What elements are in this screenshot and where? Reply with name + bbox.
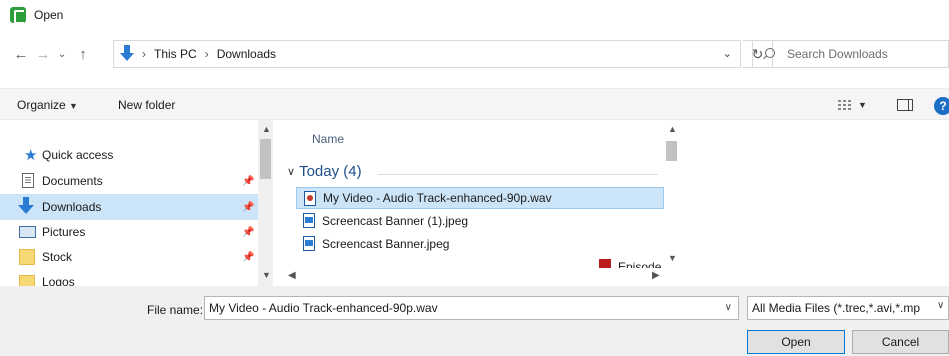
group-header-today[interactable]: ∨ Today (4) xyxy=(287,163,362,180)
file-name-field[interactable]: My Video - Audio Track-enhanced-90p.wav … xyxy=(204,296,739,320)
search-input[interactable]: Search Downloads xyxy=(752,40,949,68)
nav-item-logos[interactable]: Logos xyxy=(0,270,258,286)
nav-item-stock[interactable]: Stock 📌 xyxy=(0,244,258,270)
details-view-icon xyxy=(838,99,852,111)
horizontal-scrollbar[interactable] xyxy=(273,268,664,283)
breadcrumb-separator-icon[interactable]: › xyxy=(142,47,146,61)
documents-icon xyxy=(22,173,34,188)
nav-item-label: Documents xyxy=(42,174,103,188)
scroll-up-icon[interactable]: ▲ xyxy=(262,124,271,134)
file-row[interactable]: My Video - Audio Track-enhanced-90p.wav xyxy=(296,187,664,209)
folder-icon xyxy=(19,275,35,286)
file-name-value: My Video - Audio Track-enhanced-90p.wav xyxy=(209,301,438,315)
file-name-label: File name: xyxy=(147,303,204,317)
address-bar[interactable]: › This PC › Downloads ⌄ xyxy=(113,40,741,68)
help-icon[interactable]: ? xyxy=(934,97,949,115)
pin-icon: 📌 xyxy=(242,175,255,187)
caret-down-icon: ▼ xyxy=(858,100,867,110)
back-arrow-icon[interactable]: ← xyxy=(10,42,32,66)
file-type-dropdown-icon[interactable]: ∨ xyxy=(937,300,944,311)
window-title: Open xyxy=(34,8,64,22)
nav-item-label: Logos xyxy=(42,275,75,286)
up-arrow-icon[interactable]: ↑ xyxy=(72,42,94,66)
file-name-dropdown-icon[interactable]: ∨ xyxy=(725,302,732,313)
nav-item-label: Downloads xyxy=(42,200,102,214)
breadcrumb-this-pc[interactable]: This PC xyxy=(154,47,197,61)
title-bar: Open xyxy=(0,0,949,30)
pin-icon: 📌 xyxy=(242,226,255,238)
organize-label: Organize xyxy=(17,98,66,112)
nav-item-pictures[interactable]: Pictures 📌 xyxy=(0,219,258,245)
image-file-icon xyxy=(303,236,315,251)
file-row[interactable]: Screencast Banner (1).jpeg xyxy=(296,210,664,232)
file-name: My Video - Audio Track-enhanced-90p.wav xyxy=(323,191,552,205)
nav-item-label: Pictures xyxy=(42,225,86,239)
search-placeholder: Search Downloads xyxy=(787,47,888,61)
column-header-name[interactable]: Name xyxy=(312,132,344,146)
command-toolbar: Organize ▼ New folder ▼ ? xyxy=(0,88,949,120)
app-icon xyxy=(10,7,26,24)
address-dropdown-icon[interactable]: ⌄ xyxy=(723,47,732,60)
image-file-icon xyxy=(303,213,315,228)
nav-scroll-thumb[interactable] xyxy=(260,139,271,179)
navigation-pane: ★ Quick access Documents 📌 Downloads 📌 P… xyxy=(0,120,273,286)
file-name: Screencast Banner.jpeg xyxy=(322,237,450,251)
scroll-down-icon[interactable]: ▼ xyxy=(262,270,271,280)
breadcrumb-separator-icon[interactable]: › xyxy=(205,47,209,61)
pin-icon: 📌 xyxy=(242,251,255,263)
scroll-right-icon[interactable]: ▶ xyxy=(652,270,660,281)
file-name: Screencast Banner (1).jpeg xyxy=(322,214,469,228)
scroll-down-icon[interactable]: ▼ xyxy=(668,253,677,263)
forward-arrow-icon[interactable]: → xyxy=(32,42,54,66)
change-view-button[interactable]: ▼ xyxy=(838,97,878,113)
file-type-value: All Media Files (*.trec,*.avi,*.mp xyxy=(752,301,921,315)
group-label: Today (4) xyxy=(299,163,362,180)
preview-pane-icon[interactable] xyxy=(897,99,913,111)
chevron-down-icon: ∨ xyxy=(287,166,296,178)
scroll-up-icon[interactable]: ▲ xyxy=(668,124,677,134)
star-icon: ★ xyxy=(24,147,38,164)
pictures-icon xyxy=(19,226,36,238)
nav-item-downloads[interactable]: Downloads 📌 xyxy=(0,194,258,220)
downloads-icon xyxy=(18,197,34,214)
new-folder-button[interactable]: New folder xyxy=(118,98,175,112)
cancel-button[interactable]: Cancel xyxy=(852,330,949,354)
downloads-folder-icon xyxy=(120,45,134,63)
nav-item-label: Stock xyxy=(42,250,73,264)
organize-button[interactable]: Organize ▼ xyxy=(17,98,78,112)
pin-icon: 📌 xyxy=(242,201,255,213)
open-button[interactable]: Open xyxy=(747,330,845,354)
nav-item-label: Quick access xyxy=(42,148,114,162)
address-row: ← → ⌄ ↑ › This PC › Downloads ⌄ ↻ Search… xyxy=(0,38,949,70)
nav-item-documents[interactable]: Documents 📌 xyxy=(0,168,258,194)
recent-locations-chevron-icon[interactable]: ⌄ xyxy=(54,42,70,66)
scroll-left-icon[interactable]: ◀ xyxy=(288,270,296,281)
breadcrumb-downloads[interactable]: Downloads xyxy=(217,47,276,61)
caret-down-icon: ▼ xyxy=(69,101,78,111)
file-scroll-thumb[interactable] xyxy=(666,141,677,161)
group-divider xyxy=(378,174,658,175)
file-row[interactable]: Screencast Banner.jpeg xyxy=(296,233,664,255)
file-type-filter[interactable]: All Media Files (*.trec,*.avi,*.mp xyxy=(747,296,949,320)
audio-file-icon xyxy=(304,191,316,206)
search-icon xyxy=(763,48,775,60)
nav-item-quick-access[interactable]: ★ Quick access xyxy=(0,142,258,168)
folder-icon xyxy=(19,249,35,265)
